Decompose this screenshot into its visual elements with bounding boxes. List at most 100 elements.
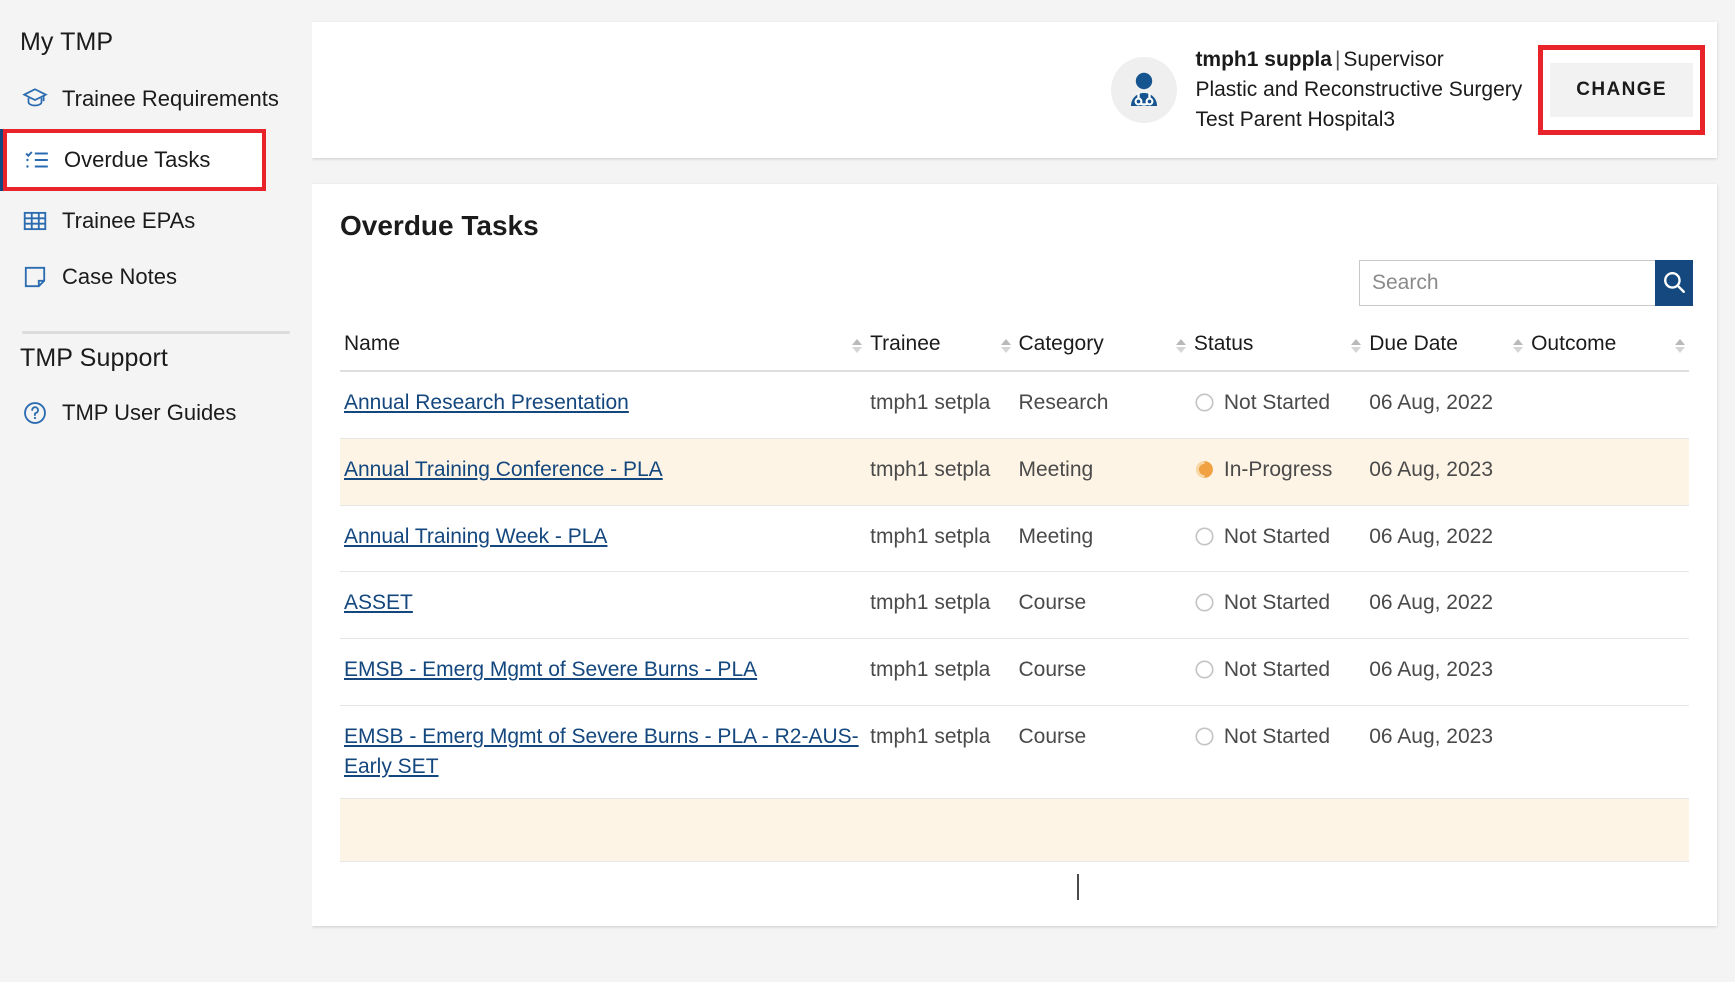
cell-name: Annual Training Week - PLA [340, 505, 867, 573]
sidebar-item-tmp-user-guides[interactable]: TMP User Guides [0, 385, 312, 441]
cell-category: Research [1014, 371, 1190, 439]
sidebar-item-overdue-tasks[interactable]: Overdue Tasks [0, 129, 266, 191]
sidebar-heading-tmp-support: TMP Support [20, 344, 168, 372]
column-header-label: Status [1193, 332, 1254, 355]
cell-trainee: tmph1 setpla [866, 438, 1015, 506]
profile-details: tmph1 suppla | Supervisor Plastic and Reco… [1195, 45, 1522, 134]
search-button[interactable] [1655, 260, 1693, 306]
cell-outcome [1527, 798, 1689, 862]
cell-trainee: tmph1 setpla [866, 371, 1015, 439]
cell-outcome [1527, 638, 1689, 707]
sidebar: My TMP Trainee Requirements Overdue Task… [0, 0, 312, 982]
sort-arrows-icon[interactable] [1000, 339, 1011, 356]
status-label: Not Started [1223, 725, 1331, 749]
sidebar-item-label: Trainee EPAs [62, 208, 196, 233]
cell-outcome [1527, 371, 1689, 439]
column-header-label: Due Date [1369, 332, 1458, 355]
cell-trainee [866, 798, 1015, 862]
task-name-link[interactable]: Annual Training Conference - PLA [344, 458, 663, 481]
profile-separator: | [1334, 48, 1341, 72]
table-row[interactable]: Annual Training Conference - PLA tmph1 se… [340, 438, 1689, 506]
profile-name: tmph1 suppla [1195, 48, 1332, 72]
column-header-label: Outcome [1531, 332, 1617, 355]
table-row[interactable]: ASSET tmph1 setpla Course Not Started 06 Aug… [340, 571, 1689, 640]
status-label: Not Started [1223, 524, 1331, 548]
cell-trainee: tmph1 setpla [866, 705, 1015, 799]
sort-arrows-icon[interactable] [852, 339, 863, 356]
cell-due-date: 06 Aug, 2023 [1365, 705, 1528, 799]
question-circle-icon [22, 400, 48, 426]
cell-name: EMSB - Emerg Mgmt of Severe Burns - PLA … [340, 705, 867, 799]
empty-circle-icon [1194, 726, 1215, 756]
column-header-outcome[interactable]: Outcome [1527, 326, 1689, 372]
table-row[interactable]: EMSB - Emerg Mgmt of Severe Burns - PLA t… [340, 638, 1689, 707]
app-root: My TMP Trainee Requirements Overdue Task… [0, 0, 1735, 982]
note-page-icon [22, 264, 48, 290]
empty-circle-icon [1194, 592, 1215, 622]
table-row[interactable]: EMSB - Emerg Mgmt of Severe Burns - PLA … [340, 705, 1689, 799]
task-name-link[interactable]: EMSB - Emerg Mgmt of Severe Burns - PLA [344, 658, 757, 681]
column-header-trainee[interactable]: Trainee [866, 326, 1015, 372]
cell-category: Meeting [1014, 438, 1190, 506]
cell-trainee: tmph1 setpla [866, 638, 1015, 707]
sidebar-item-label: Case Notes [62, 264, 177, 289]
table-row[interactable] [340, 798, 1689, 862]
status-label: Not Started [1223, 391, 1331, 414]
task-name-link[interactable]: Annual Training Week - PLA [344, 525, 607, 548]
cell-category: Meeting [1014, 505, 1190, 573]
cell-name: EMSB - Emerg Mgmt of Severe Burns - PLA [340, 638, 867, 707]
sort-arrows-icon[interactable] [1675, 339, 1685, 356]
task-name-link[interactable]: Annual Research Presentation [344, 391, 629, 414]
cell-category: Course [1014, 705, 1190, 799]
cell-status: In-Progress [1189, 438, 1366, 506]
cell-outcome [1527, 571, 1689, 640]
checklist-icon [24, 147, 50, 173]
sidebar-item-trainee-requirements[interactable]: Trainee Requirements [0, 71, 312, 127]
cell-category: Course [1014, 638, 1190, 707]
page-title: Overdue Tasks [340, 210, 539, 241]
cell-name: ASSET [340, 571, 867, 640]
sidebar-item-trainee-epas[interactable]: Trainee EPAs [0, 193, 312, 249]
cell-status: Not Started [1189, 571, 1366, 640]
overdue-tasks-table: Name Trainee Category Status Due Date Ou… [340, 326, 1689, 862]
column-header-label: Category [1018, 332, 1104, 355]
sort-arrows-icon[interactable] [1351, 339, 1362, 356]
column-header-status[interactable]: Status [1189, 326, 1366, 372]
task-name-link[interactable]: EMSB - Emerg Mgmt of Severe Burns - PLA … [344, 725, 859, 778]
column-header-category[interactable]: Category [1014, 326, 1190, 372]
table-row[interactable]: Annual Training Week - PLA tmph1 setpla Me… [340, 505, 1689, 573]
sidebar-item-label: Trainee Requirements [62, 86, 279, 111]
cell-outcome [1527, 438, 1689, 506]
column-header-due-date[interactable]: Due Date [1365, 326, 1528, 372]
sidebar-item-case-notes[interactable]: Case Notes [0, 249, 312, 305]
in-progress-icon [1194, 459, 1215, 489]
cell-name: Annual Research Presentation [340, 371, 867, 439]
cell-outcome [1527, 705, 1689, 799]
task-name-link[interactable]: ASSET [344, 591, 413, 614]
sidebar-heading-my-tmp: My TMP [20, 28, 114, 56]
search-wrapper [1359, 260, 1693, 306]
sidebar-item-label: TMP User Guides [62, 400, 237, 425]
change-button[interactable]: CHANGE [1550, 63, 1693, 117]
search-input[interactable] [1359, 260, 1655, 306]
column-header-label: Name [344, 332, 401, 355]
column-header-name[interactable]: Name [340, 326, 867, 372]
cell-due-date [1365, 798, 1528, 862]
table-body: Annual Research Presentation tmph1 setpla… [340, 371, 1689, 862]
table-row[interactable]: Annual Research Presentation tmph1 setpla… [340, 371, 1689, 439]
sort-arrows-icon[interactable] [1175, 339, 1186, 356]
profile-hospital: Test Parent Hospital3 [1195, 107, 1396, 131]
cell-due-date: 06 Aug, 2022 [1365, 371, 1528, 439]
cell-name: Annual Training Conference - PLA [340, 438, 867, 506]
sort-arrows-icon[interactable] [1513, 339, 1524, 356]
cell-trainee: tmph1 setpla [866, 505, 1015, 573]
empty-circle-icon [1194, 659, 1215, 689]
table-header-row: Name Trainee Category Status Due Date Ou… [340, 326, 1689, 372]
profile-line-1: tmph1 suppla | Supervisor [1195, 45, 1522, 75]
sidebar-item-label: Overdue Tasks [64, 147, 211, 172]
cell-status: Not Started [1189, 371, 1366, 439]
doctor-avatar-icon [1111, 57, 1178, 123]
cell-status: Not Started [1189, 638, 1366, 707]
profile-role: Supervisor [1343, 48, 1444, 72]
table-grid-icon [22, 208, 48, 234]
